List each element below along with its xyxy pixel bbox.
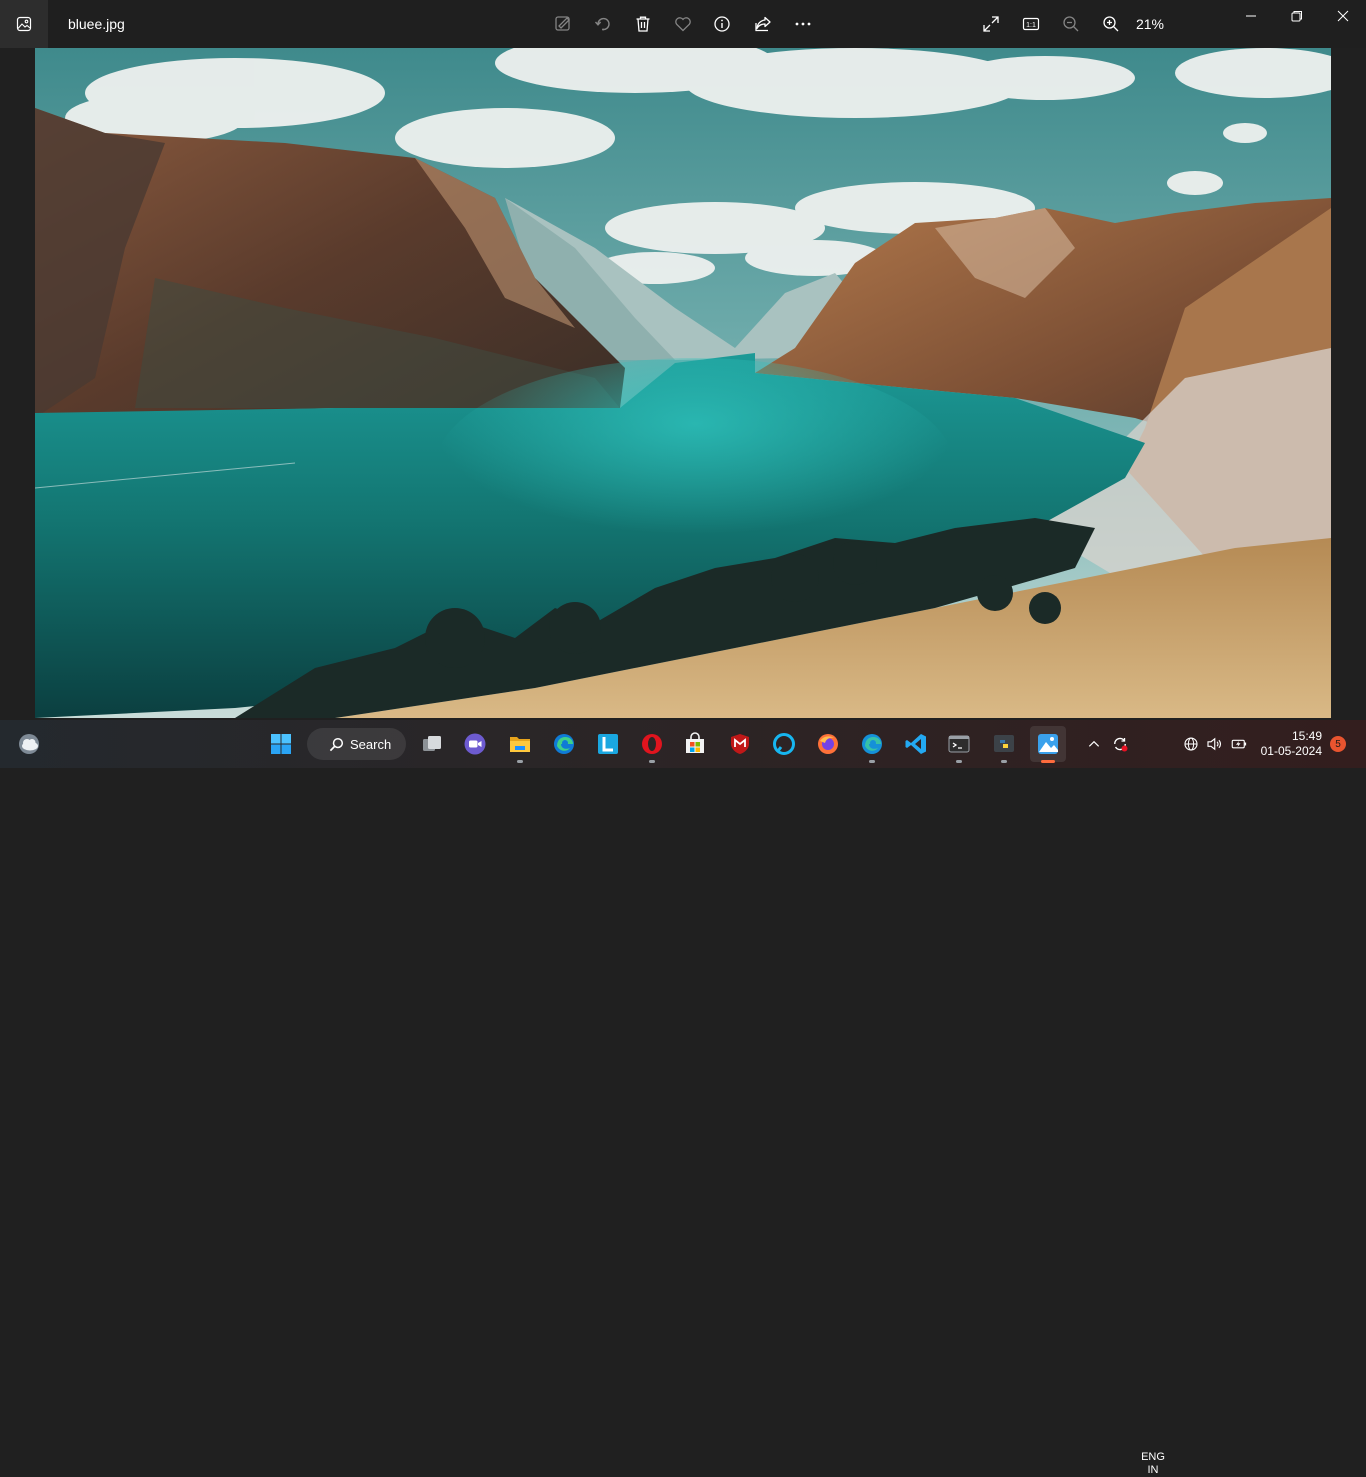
clock-date: 01-05-2024	[1260, 744, 1322, 758]
zoom-in-icon	[1103, 16, 1119, 32]
alexa-icon	[773, 733, 795, 755]
fjord-landscape-photo[interactable]	[35, 48, 1331, 718]
photos-app-icon[interactable]	[0, 0, 48, 48]
store-icon	[686, 732, 704, 753]
mcafee-shield-icon	[731, 734, 749, 754]
gallery-icon	[16, 16, 32, 32]
favorite-button[interactable]	[671, 12, 695, 36]
actual-size-icon: 1:1	[1022, 17, 1040, 31]
delete-button[interactable]	[631, 12, 655, 36]
vscode-icon	[905, 734, 926, 754]
svg-text:1:1: 1:1	[1026, 22, 1036, 29]
taskbar-lumion[interactable]	[590, 726, 626, 762]
windows-logo-icon	[271, 734, 291, 754]
info-icon	[714, 16, 730, 32]
share-button[interactable]	[751, 12, 775, 36]
zoom-in-button[interactable]	[1099, 12, 1123, 36]
taskbar-edge[interactable]	[546, 726, 582, 762]
restore-button[interactable]	[1274, 0, 1320, 32]
fullscreen-icon	[983, 16, 999, 32]
terminal-icon	[948, 735, 970, 753]
taskbar-photos[interactable]	[1030, 726, 1066, 763]
close-button[interactable]	[1320, 0, 1366, 32]
title-bar: bluee.jpg 1:1 21%	[0, 0, 1366, 48]
edit-image-button[interactable]	[551, 12, 575, 36]
edge-icon	[554, 734, 574, 754]
more-options-button[interactable]	[791, 12, 815, 36]
minimize-button[interactable]	[1228, 0, 1274, 32]
battery-button[interactable]	[1221, 726, 1257, 762]
opera-icon	[642, 734, 662, 754]
weather-widget[interactable]	[11, 726, 47, 762]
image-viewer[interactable]	[0, 48, 1366, 720]
fullscreen-button[interactable]	[979, 12, 1003, 36]
notification-badge[interactable]: 5	[1330, 736, 1346, 752]
favorite-icon	[675, 17, 691, 32]
video-call-icon	[464, 733, 486, 755]
taskbar-task-view[interactable]	[414, 726, 450, 762]
photos-icon	[1038, 734, 1058, 754]
taskbar-alexa[interactable]	[766, 726, 802, 762]
lumion-icon	[598, 734, 618, 754]
running-indicator	[649, 760, 655, 763]
sync-icon	[1114, 737, 1128, 752]
running-indicator	[1001, 760, 1007, 763]
close-icon	[1337, 10, 1349, 22]
taskbar: Search ENG IN 15:49 01-05-2024	[0, 720, 1366, 1476]
taskbar-search-button[interactable]: Search	[307, 728, 406, 760]
sync-status-button[interactable]	[1102, 726, 1138, 762]
start-button[interactable]	[263, 726, 299, 762]
language-region: IN	[1147, 1464, 1159, 1476]
search-icon	[329, 737, 344, 751]
taskbar-meet[interactable]	[457, 726, 493, 762]
minimize-icon	[1246, 15, 1256, 17]
search-label: Search	[350, 736, 392, 752]
taskbar-firefox[interactable]	[810, 726, 846, 762]
taskbar-vscode[interactable]	[898, 726, 934, 762]
zoom-out-icon	[1063, 16, 1079, 32]
cloud-icon	[19, 734, 39, 754]
edge-secondary-icon	[862, 734, 882, 754]
battery-charging-icon	[1231, 739, 1247, 749]
running-indicator	[869, 760, 875, 763]
edit-image-icon	[555, 16, 570, 31]
fjord-landscape-image	[35, 48, 1331, 718]
clock[interactable]: 15:49 01-05-2024	[1261, 729, 1322, 759]
zoom-out-button[interactable]	[1059, 12, 1083, 36]
zoom-level[interactable]: 21%	[1130, 16, 1170, 32]
running-indicator	[517, 760, 523, 763]
taskbar-python[interactable]	[986, 726, 1022, 763]
delete-icon	[636, 16, 650, 32]
firefox-icon	[818, 734, 838, 754]
rotate-icon	[594, 17, 610, 31]
rotate-button[interactable]	[591, 12, 615, 36]
more-icon	[795, 22, 811, 26]
share-icon	[755, 16, 771, 32]
language-code: ENG	[1141, 1451, 1165, 1463]
running-indicator	[956, 760, 962, 763]
taskbar-opera[interactable]	[634, 726, 670, 763]
folder-icon	[510, 737, 530, 752]
active-indicator	[1041, 760, 1055, 763]
taskbar-file-explorer[interactable]	[502, 726, 538, 763]
taskbar-microsoft-store[interactable]	[677, 726, 713, 762]
taskbar-edge-secondary[interactable]	[854, 726, 890, 763]
taskbar-mcafee[interactable]	[722, 726, 758, 762]
chevron-up-icon	[1088, 740, 1100, 747]
language-indicator[interactable]: ENG IN	[1138, 1451, 1168, 1477]
file-name: bluee.jpg	[68, 16, 125, 32]
taskbar-terminal[interactable]	[941, 726, 977, 763]
info-button[interactable]	[710, 12, 734, 36]
restore-icon	[1291, 11, 1302, 22]
clock-time: 15:49	[1291, 729, 1322, 743]
task-view-icon	[423, 736, 441, 751]
python-icon	[994, 735, 1014, 752]
actual-size-button[interactable]: 1:1	[1019, 12, 1043, 36]
